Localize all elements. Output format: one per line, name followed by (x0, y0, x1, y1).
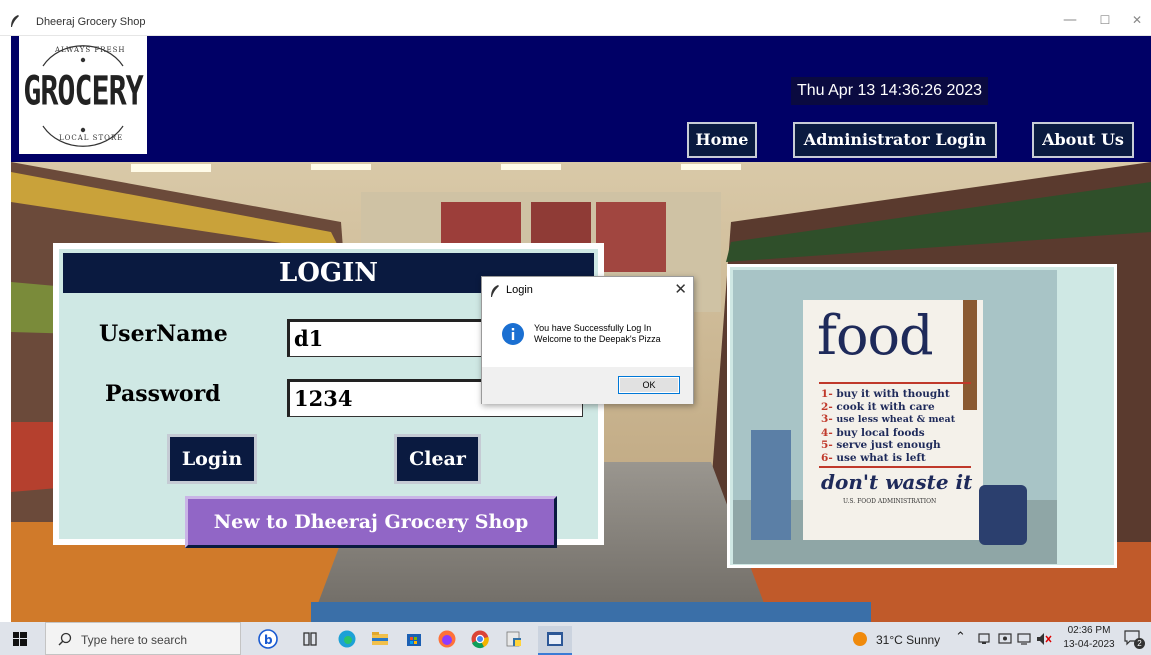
network-icon[interactable] (977, 632, 991, 646)
dialog-message-line-2: Welcome to the Deepak's Pizza (534, 334, 661, 344)
window-title-bar: Dheeraj Grocery Shop — ☐ ✕ (0, 0, 1151, 36)
chevron-up-icon[interactable]: ⌃ (955, 629, 966, 645)
poster-item: 6- use what is left (821, 451, 926, 464)
nav-about-us-button[interactable]: About Us (1032, 122, 1134, 158)
food-poster: food 1- buy it with thought 2- cook it w… (733, 270, 1057, 564)
username-label: UserName (99, 321, 228, 347)
dialog-body: You have Successfully Log In Welcome to … (482, 305, 693, 367)
edge-browser-icon[interactable] (337, 629, 357, 649)
tkinter-app-icon[interactable] (545, 629, 565, 649)
window-title: Dheeraj Grocery Shop (36, 16, 146, 28)
datetime-display: Thu Apr 13 14:36:26 2023 (791, 77, 989, 105)
notification-count-badge: 2 (1134, 638, 1145, 649)
taskbar-date[interactable]: 13-04-2023 (1058, 639, 1120, 650)
logo-top-text: ALWAYS FRESH (55, 46, 126, 54)
nav-admin-login-button[interactable]: Administrator Login (793, 122, 997, 158)
weather-text[interactable]: 31°C Sunny (876, 633, 940, 647)
close-button[interactable]: ✕ (1122, 10, 1151, 30)
logo-bottom-text: LOCAL STORE (59, 134, 124, 142)
feather-icon (491, 285, 499, 297)
dialog-message-line-1: You have Successfully Log In (534, 323, 652, 333)
taskbar-search-box[interactable]: Type here to search (45, 622, 241, 655)
feather-icon (11, 15, 19, 27)
header-bar: ALWAYS FRESH GROCERY LOCAL STORE Thu Apr… (11, 36, 1151, 162)
taskbar-search-placeholder: Type here to search (81, 633, 188, 647)
taskbar-time[interactable]: 02:36 PM (1063, 625, 1115, 636)
dialog-message: You have Successfully Log In Welcome to … (534, 323, 661, 345)
poster-item: 1- buy it with thought (821, 388, 950, 400)
volume-muted-icon[interactable] (1036, 632, 1052, 646)
clear-button[interactable]: Clear (394, 434, 481, 484)
python-idle-icon[interactable] (504, 629, 524, 649)
dialog-title: Login (506, 284, 533, 296)
info-icon (502, 323, 524, 345)
logo-main-text: GROCERY (23, 67, 143, 116)
meet-now-icon[interactable] (998, 632, 1012, 646)
maximize-button[interactable]: ☐ (1090, 10, 1120, 30)
poster-divider (819, 382, 971, 384)
search-icon (58, 632, 72, 646)
display-icon[interactable] (1017, 632, 1031, 646)
minimize-button[interactable]: — (1055, 10, 1085, 30)
dialog-close-button[interactable]: ✕ (674, 280, 687, 298)
firefox-icon[interactable] (437, 629, 457, 649)
poster-item: 2- cook it with care (821, 400, 935, 413)
poster-list: 1- buy it with thought 2- cook it with c… (821, 388, 955, 464)
store-icon[interactable] (404, 629, 424, 649)
register-button[interactable]: New to Dheeraj Grocery Shop (185, 496, 557, 548)
windows-start-icon[interactable] (13, 632, 27, 646)
weather-sun-icon[interactable] (852, 631, 868, 647)
bing-icon[interactable]: b (258, 629, 278, 649)
task-view-icon[interactable] (300, 629, 320, 649)
password-label: Password (105, 381, 221, 407)
poster-slogan: don't waste it (821, 470, 973, 494)
svg-text:b: b (264, 633, 273, 647)
chrome-icon[interactable] (470, 629, 490, 649)
poster-item: 5- serve just enough (821, 439, 941, 451)
login-success-dialog: Login ✕ You have Successfully Log In Wel… (481, 276, 694, 404)
nav-home-button[interactable]: Home (687, 122, 757, 158)
poster-item: 4- buy local foods (821, 426, 925, 439)
windows-taskbar: Type here to search b 31°C Sunny ⌃ 02:36… (0, 622, 1151, 655)
file-explorer-icon[interactable] (370, 629, 390, 649)
login-button[interactable]: Login (167, 434, 257, 484)
poster-item: 3- use less wheat & meat (821, 413, 956, 425)
poster-divider (819, 466, 971, 468)
poster-footer: U.S. FOOD ADMINISTRATION (843, 498, 937, 505)
dialog-footer: OK (482, 367, 693, 404)
poster-frame: food 1- buy it with thought 2- cook it w… (727, 264, 1117, 568)
grocery-logo: ALWAYS FRESH GROCERY LOCAL STORE (19, 36, 147, 154)
poster-title: food (817, 304, 934, 367)
dialog-ok-button[interactable]: OK (618, 376, 680, 394)
